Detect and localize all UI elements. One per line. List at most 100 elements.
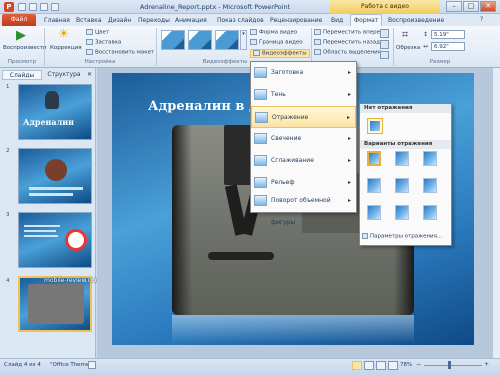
selection-pane-icon [314, 49, 321, 55]
submenu-arrow-icon: ▸ [346, 114, 350, 121]
slideshow-view-icon[interactable] [388, 361, 398, 370]
no-reflection-option[interactable] [367, 118, 383, 134]
reflection-variant-2[interactable] [395, 151, 409, 166]
quick-access-dropdown-icon[interactable] [51, 3, 59, 11]
separator [44, 28, 45, 66]
height-icon: ↕ [423, 31, 429, 38]
slide-thumbnail-1[interactable]: Адреналин [18, 84, 92, 140]
reflection-variant-3[interactable] [423, 151, 437, 166]
tab-design[interactable]: Дизайн [108, 15, 131, 26]
tab-animations[interactable]: Анимация [175, 15, 207, 26]
crop-icon[interactable]: ⌗ [402, 29, 408, 41]
align-icon[interactable] [380, 29, 389, 38]
preview-group-label: Просмотр [7, 59, 37, 65]
menu-item-reflection[interactable]: Отражение ▸ [251, 106, 356, 128]
theme-name: "Office Theme" [50, 362, 92, 368]
reading-view-icon[interactable] [376, 361, 386, 370]
tab-review[interactable]: Рецензирование [270, 15, 322, 26]
slide-counter: Слайд 4 из 4 [4, 362, 41, 368]
slide-number: 1 [6, 84, 10, 90]
text-line [29, 187, 83, 190]
undo-icon[interactable] [29, 3, 37, 11]
width-input[interactable]: 6.92" [431, 42, 465, 51]
video-shape-icon [250, 29, 257, 35]
menu-item-shadow[interactable]: Тень ▸ [251, 84, 356, 106]
correction-button[interactable]: Коррекция [50, 45, 82, 51]
slide-thumbnail-3[interactable] [18, 212, 92, 268]
video-style-2[interactable] [188, 30, 212, 50]
height-input[interactable]: 5.19" [431, 30, 465, 39]
reflection-variant-5[interactable] [395, 178, 409, 193]
no-reflection-header: Нет отражения [360, 104, 451, 113]
tab-slides-panel[interactable]: Слайды [2, 70, 42, 80]
crop-button[interactable]: Обрезка [396, 45, 420, 51]
help-icon[interactable]: ? [480, 16, 483, 23]
vertical-scrollbar[interactable] [492, 68, 500, 358]
poster-frame-button[interactable]: Заставка [86, 39, 121, 46]
tab-outline-panel[interactable]: Структура [44, 70, 84, 80]
save-icon[interactable] [18, 3, 26, 11]
zoom-slider-thumb[interactable] [448, 361, 451, 369]
zoom-level[interactable]: 78% [400, 362, 412, 368]
rotate-icon[interactable] [380, 51, 389, 59]
zoom-in-icon[interactable]: + [484, 361, 489, 368]
video-style-1[interactable] [161, 30, 185, 50]
tab-insert[interactable]: Вставка [76, 15, 101, 26]
slide-thumbnail-4[interactable] [18, 276, 92, 332]
play-icon[interactable]: ▶ [12, 29, 30, 43]
reflection-variant-8[interactable] [395, 205, 409, 220]
reset-design-button[interactable]: Восстановить макет [86, 49, 154, 56]
menu-item-preset[interactable]: Заготовка ▸ [251, 62, 356, 84]
menu-item-glow[interactable]: Свечение ▸ [251, 128, 356, 150]
powerpoint-app-icon[interactable]: P [4, 2, 14, 12]
styles-more-button[interactable]: ▾ [240, 30, 247, 50]
slide-thumbnail-2[interactable] [18, 148, 92, 204]
video-style-3[interactable] [215, 30, 239, 50]
redo-icon[interactable] [40, 3, 48, 11]
tab-file[interactable]: Файл [2, 14, 36, 26]
adjust-group-label: Настройка [84, 59, 116, 65]
tab-playback[interactable]: Воспроизведение [388, 15, 444, 26]
window-title: Adrenaline_Report.pptx - Microsoft Power… [139, 3, 291, 11]
slide-sorter-icon[interactable] [364, 361, 374, 370]
zoom-slider[interactable] [424, 365, 482, 366]
play-button[interactable]: Воспроизвести [3, 45, 47, 51]
close-button[interactable]: ✕ [480, 1, 496, 12]
skateboard [208, 252, 274, 260]
maximize-button[interactable]: □ [463, 1, 479, 12]
color-button[interactable]: Цвет [86, 29, 109, 36]
tab-transitions[interactable]: Переходы [138, 15, 170, 26]
menu-item-soft-edges[interactable]: Сглаживание ▸ [251, 150, 356, 172]
reflection-options-link[interactable]: Параметры отражения... [362, 233, 450, 240]
submenu-arrow-icon: ▸ [347, 69, 351, 76]
glow-icon [254, 133, 267, 144]
zoom-out-icon[interactable]: − [416, 361, 421, 368]
reflection-variant-1[interactable] [367, 151, 381, 166]
selection-pane-button[interactable]: Область выделения [314, 49, 381, 56]
reflection-variant-6[interactable] [423, 178, 437, 193]
menu-item-3d-rotation[interactable]: Поворот объемной фигуры ▸ [251, 190, 356, 226]
reflection-variant-4[interactable] [367, 178, 381, 193]
close-panel-icon[interactable]: ✕ [87, 71, 92, 78]
send-backward-button[interactable]: Переместить назад [314, 39, 380, 46]
video-border-button[interactable]: Граница видео [250, 39, 303, 46]
video-shape-button[interactable]: Форма видео [250, 29, 297, 36]
correction-icon[interactable]: ☀ [58, 28, 70, 42]
normal-view-icon[interactable] [352, 361, 362, 370]
video-frame [28, 284, 84, 324]
bring-forward-button[interactable]: Переместить вперед [314, 29, 384, 36]
no-reflection-icon [370, 121, 380, 131]
submenu-arrow-icon: ▸ [347, 157, 351, 164]
tab-home[interactable]: Главная [44, 15, 70, 26]
reflection-variant-7[interactable] [367, 205, 381, 220]
spellcheck-icon[interactable] [88, 361, 96, 369]
tab-view[interactable]: Вид [331, 15, 343, 26]
reflection-icon [255, 112, 268, 123]
text-line [29, 193, 73, 196]
video-effects-button[interactable]: Видеоэффекты [250, 49, 310, 58]
minimize-button[interactable]: – [446, 1, 462, 12]
tab-slideshow[interactable]: Показ слайдов [217, 15, 264, 26]
shadow-icon [254, 89, 267, 100]
reflection-variant-9[interactable] [423, 205, 437, 220]
group-icon[interactable] [380, 40, 389, 49]
